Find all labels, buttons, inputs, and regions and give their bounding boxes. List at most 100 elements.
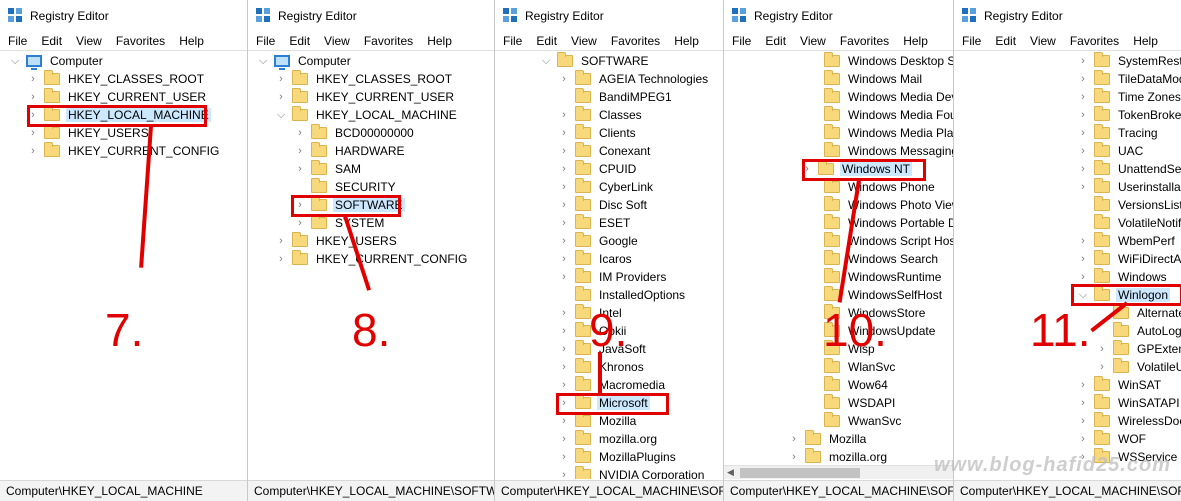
scrollbar-thumb[interactable]	[740, 468, 860, 478]
tree-node[interactable]: › WiFiDirectAPI	[1076, 250, 1181, 268]
tree-node[interactable]: › Icaros	[557, 250, 634, 268]
chevron-right-icon[interactable]: ›	[557, 178, 571, 196]
tree-node[interactable]: › Disc Soft	[557, 196, 649, 214]
chevron-right-icon[interactable]: ›	[1076, 394, 1090, 412]
tree-node[interactable]: WSDAPI	[806, 394, 897, 412]
menu-favorites[interactable]: Favorites	[840, 34, 889, 48]
tree-node[interactable]: › VolatileUserMgrKey	[1095, 358, 1181, 376]
tree-node[interactable]: › TileDataModel	[1076, 70, 1181, 88]
tree-node[interactable]: › Conexant	[557, 142, 652, 160]
chevron-right-icon[interactable]: ›	[557, 268, 571, 286]
tree-node[interactable]: › IM Providers	[557, 268, 668, 286]
tree-node[interactable]: › Clients	[557, 124, 638, 142]
chevron-right-icon[interactable]: ›	[274, 250, 288, 268]
menu-help[interactable]: Help	[1133, 34, 1158, 48]
chevron-right-icon[interactable]: ›	[274, 88, 288, 106]
tree-node[interactable]: › WinSAT	[1076, 376, 1163, 394]
scroll-left-icon[interactable]: ◀	[727, 467, 734, 478]
registry-tree[interactable]: Windows Desktop Se Windows Mail Windows Me…	[724, 52, 953, 479]
tree-node[interactable]: › mozilla.org	[557, 430, 659, 448]
menu-edit[interactable]: Edit	[289, 34, 310, 48]
chevron-right-icon[interactable]: ›	[557, 232, 571, 250]
tree-node[interactable]: › TokenBroker	[1076, 106, 1181, 124]
tree-node[interactable]: Windows Photo View	[806, 196, 953, 214]
tree-node[interactable]: Windows Search	[806, 250, 940, 268]
tree-node[interactable]: Wow64	[806, 376, 890, 394]
menu-help[interactable]: Help	[427, 34, 452, 48]
chevron-down-icon[interactable]: ⌵	[274, 106, 288, 124]
chevron-right-icon[interactable]: ›	[557, 340, 571, 358]
tree-node[interactable]: WindowsRuntime	[806, 268, 943, 286]
tree-node[interactable]: Windows Media Play	[806, 124, 953, 142]
tree-node[interactable]: › Mozilla	[787, 430, 868, 448]
chevron-right-icon[interactable]: ›	[557, 322, 571, 340]
chevron-right-icon[interactable]: ›	[1076, 178, 1090, 196]
menu-favorites[interactable]: Favorites	[611, 34, 660, 48]
tree-node[interactable]: › WinSATAPI	[1076, 394, 1181, 412]
tree-node[interactable]: › HKEY_CLASSES_ROOT	[274, 70, 454, 88]
tree-node[interactable]: WlanSvc	[806, 358, 897, 376]
menu-help[interactable]: Help	[179, 34, 204, 48]
chevron-right-icon[interactable]: ›	[274, 232, 288, 250]
tree-node[interactable]: › BCD00000000	[293, 124, 416, 142]
chevron-right-icon[interactable]: ›	[557, 376, 571, 394]
menu-file[interactable]: File	[8, 34, 27, 48]
chevron-right-icon[interactable]: ›	[1076, 106, 1090, 124]
tree-node[interactable]: › MozillaPlugins	[557, 448, 678, 466]
tree-node[interactable]: › NVIDIA Corporation	[557, 466, 706, 479]
chevron-right-icon[interactable]: ›	[274, 70, 288, 88]
tree-node[interactable]: Windows Desktop Se	[806, 52, 953, 70]
chevron-right-icon[interactable]: ›	[557, 430, 571, 448]
tree-node[interactable]: SECURITY	[293, 178, 398, 196]
tree-node[interactable]: › SAM	[293, 160, 363, 178]
menu-file[interactable]: File	[256, 34, 275, 48]
chevron-right-icon[interactable]: ›	[557, 250, 571, 268]
tree-node[interactable]: InstalledOptions	[557, 286, 687, 304]
menu-file[interactable]: File	[962, 34, 981, 48]
menu-favorites[interactable]: Favorites	[364, 34, 413, 48]
chevron-right-icon[interactable]: ›	[1076, 412, 1090, 430]
chevron-right-icon[interactable]: ›	[557, 214, 571, 232]
tree-node[interactable]: › HKEY_CURRENT_USER	[274, 88, 456, 106]
menu-edit[interactable]: Edit	[765, 34, 786, 48]
tree-node[interactable]: › HKEY_USERS	[274, 232, 399, 250]
chevron-down-icon[interactable]: ⌵	[8, 52, 22, 70]
menu-edit[interactable]: Edit	[995, 34, 1016, 48]
tree-node[interactable]: Windows Script Host	[806, 232, 953, 250]
chevron-right-icon[interactable]: ›	[787, 430, 801, 448]
tree-node[interactable]: › HKEY_CLASSES_ROOT	[26, 70, 206, 88]
tree-node[interactable]: › Tracing	[1076, 124, 1160, 142]
chevron-right-icon[interactable]: ›	[557, 160, 571, 178]
chevron-right-icon[interactable]: ›	[557, 358, 571, 376]
tree-node[interactable]: WindowsSelfHost	[806, 286, 944, 304]
tree-node[interactable]: › Macromedia	[557, 376, 667, 394]
chevron-right-icon[interactable]: ›	[1076, 70, 1090, 88]
chevron-right-icon[interactable]: ›	[1076, 52, 1090, 70]
tree-node[interactable]: › AGEIA Technologies	[557, 70, 710, 88]
tree-node[interactable]: ⌵ Computer	[8, 52, 105, 70]
tree-node[interactable]: › UAC	[1076, 142, 1145, 160]
chevron-right-icon[interactable]: ›	[1076, 88, 1090, 106]
menu-view[interactable]: View	[571, 34, 597, 48]
chevron-right-icon[interactable]: ›	[1076, 232, 1090, 250]
chevron-right-icon[interactable]: ›	[1095, 358, 1109, 376]
tree-node[interactable]: › mozilla.org	[787, 448, 889, 466]
menu-file[interactable]: File	[732, 34, 751, 48]
tree-node[interactable]: Windows Portable D	[806, 214, 953, 232]
chevron-down-icon[interactable]: ⌵	[539, 52, 553, 70]
chevron-right-icon[interactable]: ›	[1076, 376, 1090, 394]
chevron-right-icon[interactable]: ›	[1076, 124, 1090, 142]
tree-node[interactable]: VolatileNotifications	[1076, 214, 1181, 232]
tree-node[interactable]: › ESET	[557, 214, 632, 232]
tree-node[interactable]: › Userinstallable	[1076, 178, 1181, 196]
menu-view[interactable]: View	[76, 34, 102, 48]
chevron-right-icon[interactable]: ›	[557, 448, 571, 466]
horizontal-scrollbar[interactable]: ◀	[724, 465, 953, 479]
chevron-right-icon[interactable]: ›	[293, 124, 307, 142]
chevron-right-icon[interactable]: ›	[787, 448, 801, 466]
chevron-right-icon[interactable]: ›	[1076, 250, 1090, 268]
chevron-right-icon[interactable]: ›	[1076, 160, 1090, 178]
chevron-right-icon[interactable]: ›	[557, 196, 571, 214]
chevron-right-icon[interactable]: ›	[26, 88, 40, 106]
menu-edit[interactable]: Edit	[536, 34, 557, 48]
